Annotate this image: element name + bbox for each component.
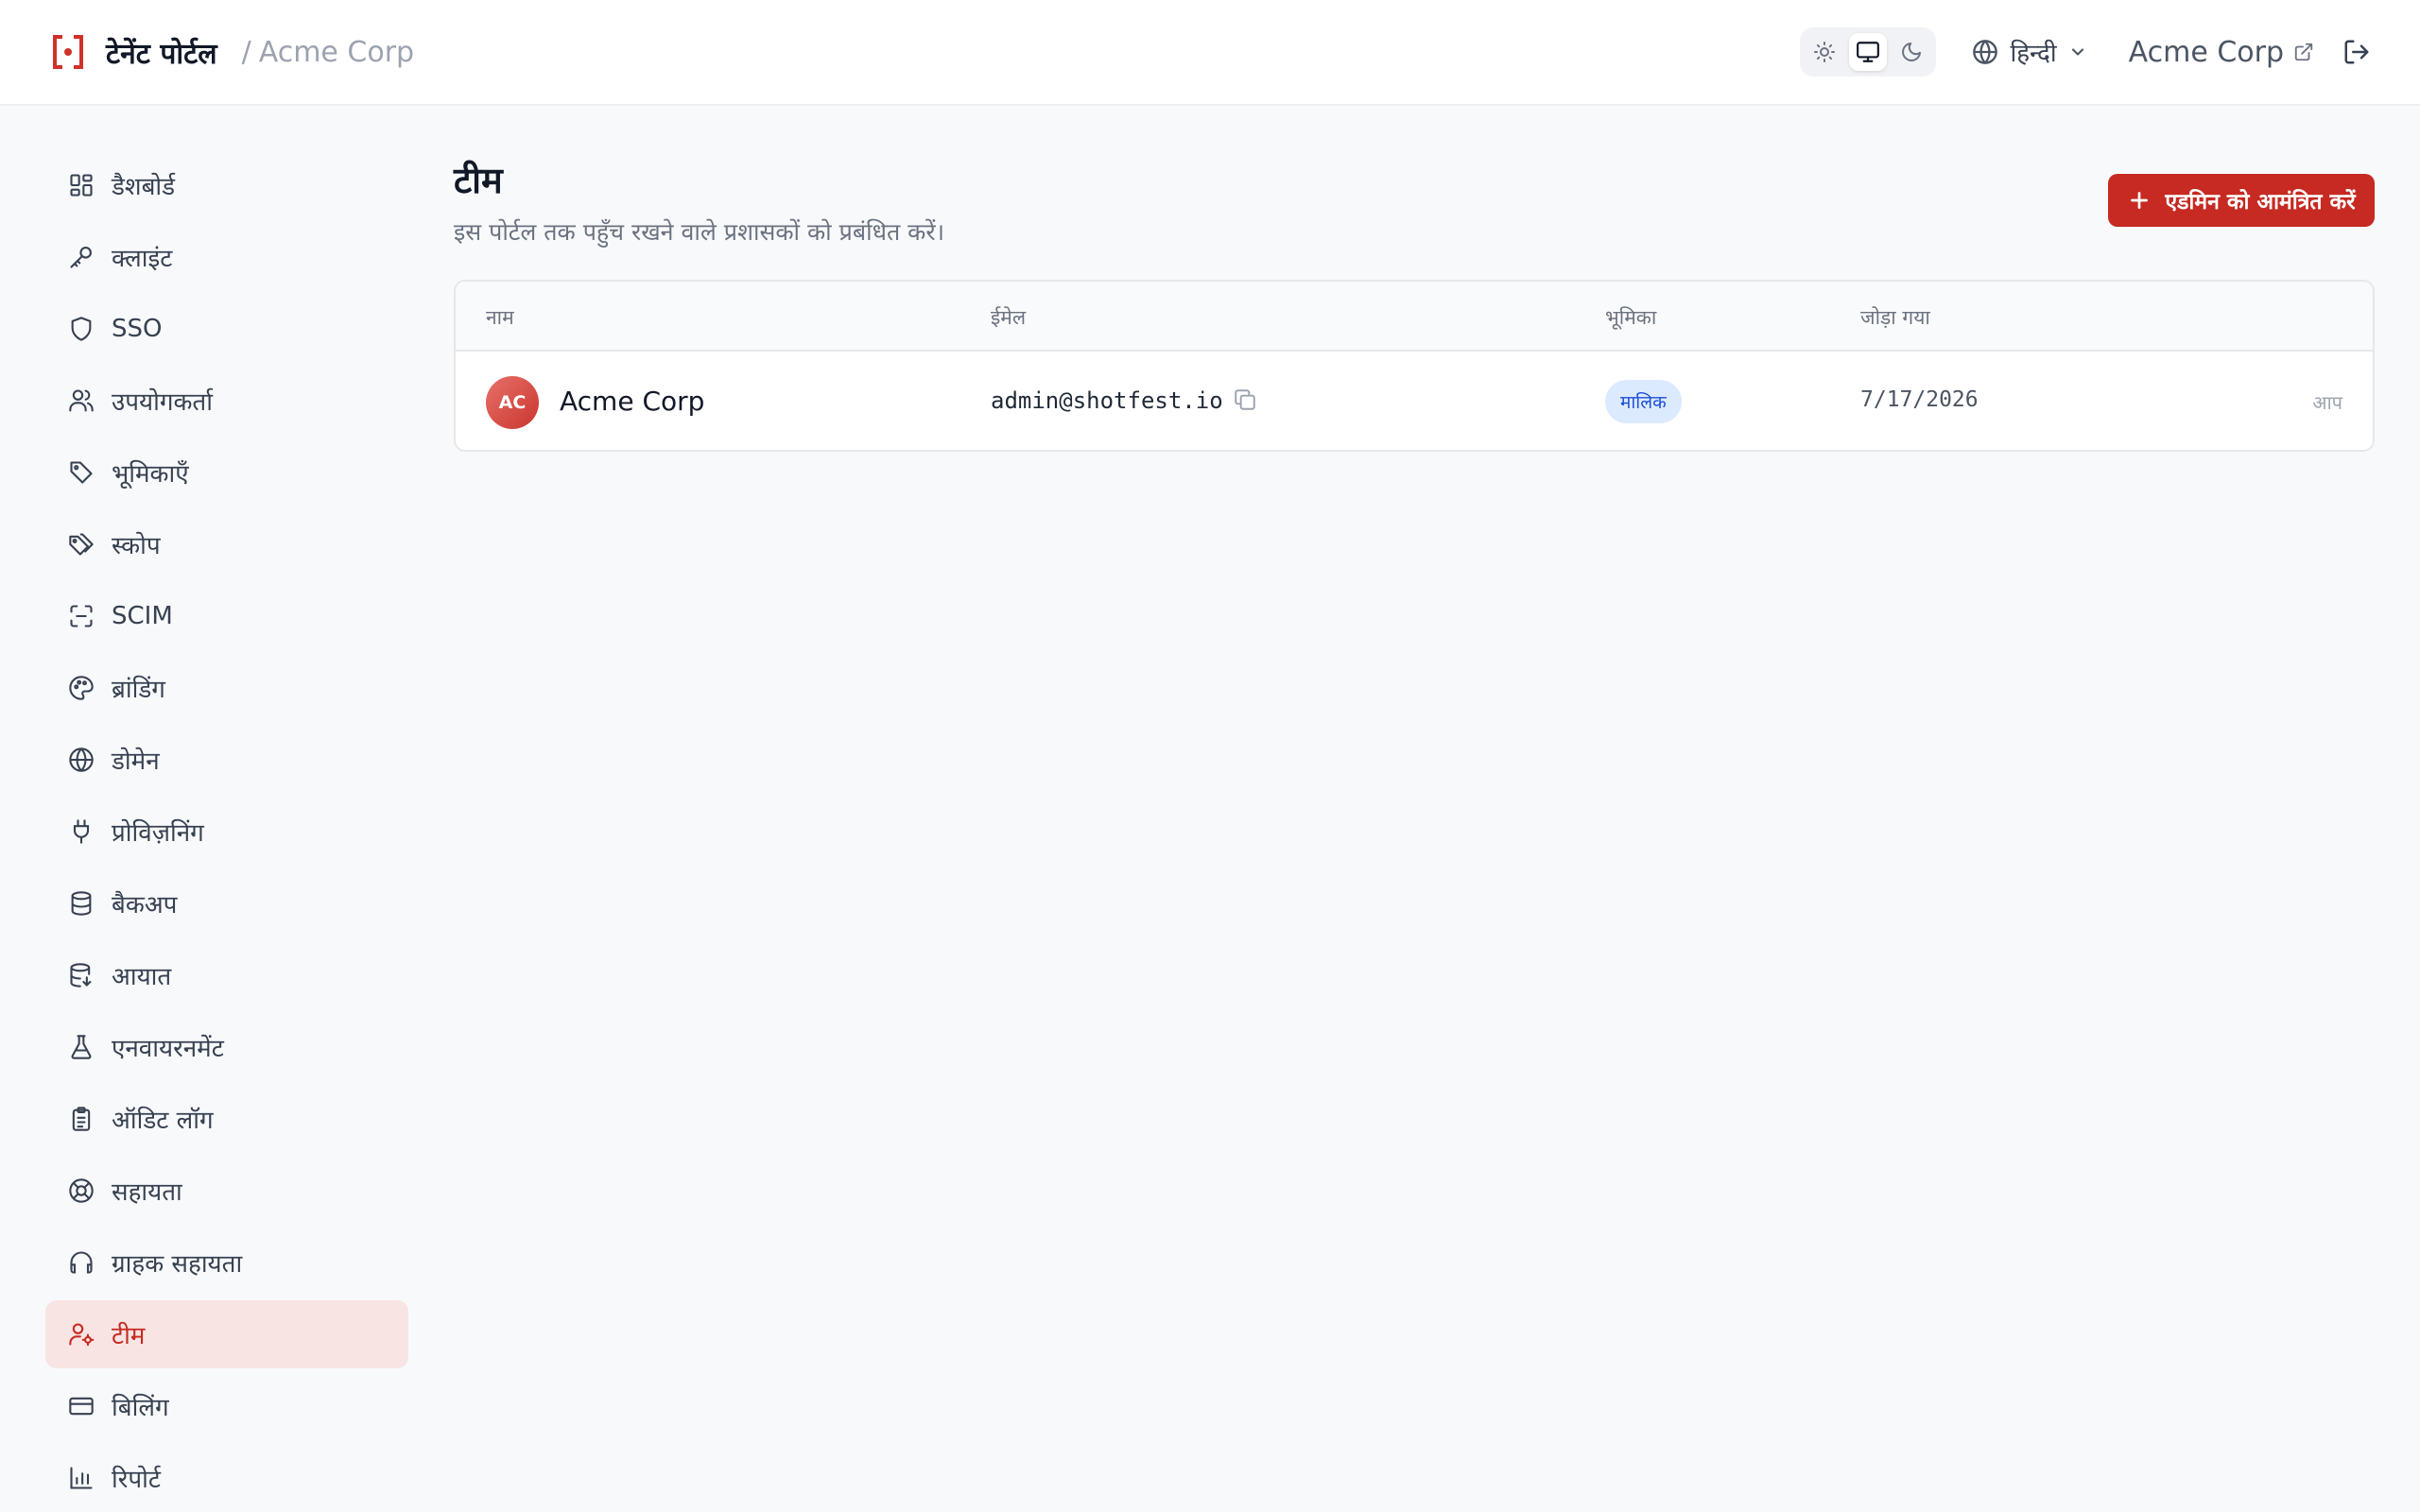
team-table: नाम ईमेल भूमिका जोड़ा गया AC Acme Corp a… bbox=[454, 280, 2375, 452]
table-header: नाम ईमेल भूमिका जोड़ा गया bbox=[456, 282, 2373, 352]
theme-light-button[interactable] bbox=[1806, 33, 1843, 71]
bar-chart-icon bbox=[70, 1467, 93, 1489]
chevron-down-icon bbox=[2071, 48, 2083, 56]
sidebar-item-label: एनवायरनमेंट bbox=[112, 1035, 224, 1063]
sidebar-item-label: स्कोप bbox=[112, 532, 161, 560]
sun-icon bbox=[1814, 42, 1836, 62]
clipboard-icon bbox=[72, 1107, 91, 1131]
sidebar-item-customer-support[interactable]: ग्राहक सहायता bbox=[45, 1228, 408, 1297]
invite-admin-label: एडमिन को आमंत्रित करें bbox=[2165, 190, 2356, 215]
logout-icon bbox=[2344, 40, 2369, 64]
sidebar-item-label: क्लाइंट bbox=[112, 245, 173, 273]
credit-card-icon bbox=[69, 1397, 94, 1416]
sidebar-item-label: बिलिंग bbox=[112, 1394, 169, 1422]
user-cog-icon bbox=[69, 1323, 95, 1347]
scan-icon bbox=[70, 605, 93, 627]
database-import-icon bbox=[70, 963, 92, 988]
sidebar-item-label: प्रोविज़निंग bbox=[112, 819, 204, 848]
current-user-label: आप bbox=[2312, 391, 2342, 414]
tags-icon bbox=[69, 533, 94, 556]
column-header-joined: जोड़ा गया bbox=[1860, 306, 1930, 329]
external-link-icon bbox=[2294, 43, 2313, 61]
sidebar-item-provisioning[interactable]: प्रोविज़निंग bbox=[45, 798, 408, 866]
sidebar-item-clients[interactable]: क्लाइंट bbox=[45, 223, 408, 291]
sidebar-item-label: रिपोर्ट bbox=[112, 1466, 161, 1494]
dashboard-icon bbox=[70, 174, 93, 197]
theme-system-button[interactable] bbox=[1849, 33, 1888, 71]
sidebar-item-label: उपयोगकर्ता bbox=[112, 388, 213, 417]
headset-icon bbox=[70, 1251, 93, 1274]
sidebar-item-help[interactable]: सहायता bbox=[45, 1157, 408, 1225]
sidebar-item-label: ग्राहक सहायता bbox=[112, 1250, 243, 1279]
language-label: हिन्दी bbox=[2010, 40, 2057, 68]
sidebar-item-label: सहायता bbox=[112, 1178, 182, 1207]
tenant-external-link[interactable]: Acme Corp bbox=[2129, 36, 2314, 69]
brand-title: टेनेंट पोर्टल bbox=[106, 37, 217, 71]
sidebar-item-label: ब्रांडिंग bbox=[112, 676, 165, 704]
sidebar-item-environments[interactable]: एनवायरनमेंट bbox=[45, 1013, 408, 1081]
role-badge: मालिक bbox=[1605, 380, 1682, 423]
copy-email-button[interactable] bbox=[1233, 387, 1257, 416]
breadcrumb-separator: / bbox=[241, 35, 251, 69]
sidebar-item-label: टीम bbox=[112, 1322, 146, 1350]
sidebar-item-audit-log[interactable]: ऑडिट लॉग bbox=[45, 1085, 408, 1153]
invite-admin-button[interactable]: एडमिन को आमंत्रित करें bbox=[2108, 174, 2375, 227]
users-icon bbox=[69, 389, 94, 412]
moon-icon bbox=[1902, 43, 1922, 61]
globe-icon bbox=[1973, 40, 1998, 64]
sidebar-item-label: SSO bbox=[112, 315, 163, 343]
column-header-name: नाम bbox=[486, 306, 514, 329]
member-name: Acme Corp bbox=[560, 386, 705, 417]
lifebuoy-icon bbox=[69, 1178, 94, 1203]
breadcrumb-tenant[interactable]: Acme Corp bbox=[259, 36, 414, 69]
sidebar-item-label: डैशबोर्ड bbox=[112, 173, 176, 201]
sidebar-item-team[interactable]: टीम bbox=[45, 1300, 408, 1368]
sidebar-item-sso[interactable]: SSO bbox=[45, 295, 408, 363]
language-selector[interactable]: हिन्दी bbox=[1972, 35, 2086, 69]
plug-icon bbox=[73, 819, 90, 844]
member-joined-date: 7/17/2026 bbox=[1860, 387, 1979, 412]
sidebar-item-label: भूमिकाएँ bbox=[112, 460, 189, 489]
theme-dark-button[interactable] bbox=[1893, 33, 1930, 71]
member-email: admin@shotfest.io bbox=[991, 387, 1223, 414]
sidebar-item-label: डोमेन bbox=[112, 747, 160, 776]
brand-logo-icon bbox=[53, 33, 83, 71]
sidebar-item-billing[interactable]: बिलिंग bbox=[45, 1372, 408, 1440]
page-title: टीम bbox=[454, 160, 503, 201]
plus-icon bbox=[2131, 192, 2149, 209]
palette-icon bbox=[69, 676, 94, 700]
sidebar-item-label: बैकअप bbox=[112, 891, 178, 919]
key-icon bbox=[70, 247, 92, 268]
table-row: AC Acme Corp admin@shotfest.io मालिक 7/1… bbox=[456, 352, 2373, 450]
top-header: टेनेंट पोर्टल / Acme Corp हिन्दी Acme Co… bbox=[0, 0, 2420, 106]
logout-button[interactable] bbox=[2342, 38, 2371, 66]
monitor-icon bbox=[1857, 42, 1880, 62]
sidebar-item-domains[interactable]: डोमेन bbox=[45, 726, 408, 794]
page-subtitle: इस पोर्टल तक पहुँच रखने वाले प्रशासकों क… bbox=[454, 218, 945, 246]
tenant-link-label: Acme Corp bbox=[2128, 35, 2284, 69]
column-header-role: भूमिका bbox=[1605, 306, 1657, 329]
sidebar-item-import[interactable]: आयात bbox=[45, 941, 408, 1009]
column-header-email: ईमेल bbox=[991, 306, 1027, 329]
tag-icon bbox=[70, 461, 93, 484]
sidebar-item-dashboard[interactable]: डैशबोर्ड bbox=[45, 151, 408, 219]
sidebar-item-scim[interactable]: SCIM bbox=[45, 582, 408, 650]
sidebar-item-roles[interactable]: भूमिकाएँ bbox=[45, 438, 408, 507]
sidebar-item-label: SCIM bbox=[112, 602, 173, 630]
database-icon bbox=[71, 891, 92, 916]
sidebar-item-backup[interactable]: बैकअप bbox=[45, 869, 408, 937]
sidebar-item-branding[interactable]: ब्रांडिंग bbox=[45, 654, 408, 722]
theme-switcher bbox=[1800, 27, 1937, 77]
sidebar-item-scopes[interactable]: स्कोप bbox=[45, 510, 408, 578]
shield-icon bbox=[71, 317, 92, 341]
globe-icon bbox=[69, 747, 94, 772]
sidebar-nav: डैशबोर्ड क्लाइंट SSO उपयोगकर्ता भूमिकाएँ… bbox=[45, 151, 408, 1512]
avatar: AC bbox=[486, 376, 539, 429]
flask-icon bbox=[71, 1035, 92, 1059]
copy-icon bbox=[1235, 389, 1255, 410]
sidebar-item-label: ऑडिट लॉग bbox=[112, 1107, 214, 1135]
sidebar-item-label: आयात bbox=[112, 963, 172, 991]
sidebar-item-reports[interactable]: रिपोर्ट bbox=[45, 1444, 408, 1512]
sidebar-item-users[interactable]: उपयोगकर्ता bbox=[45, 367, 408, 435]
